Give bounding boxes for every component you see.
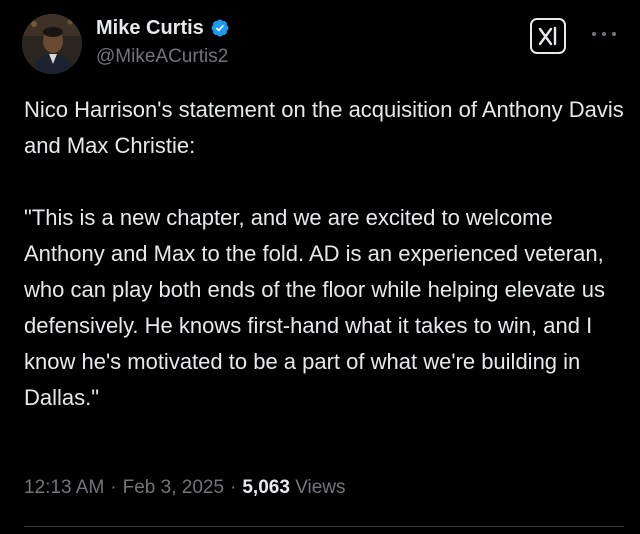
tweet-text: Nico Harrison's statement on the acquisi… xyxy=(24,92,624,416)
verified-badge-icon xyxy=(210,18,230,38)
more-dot xyxy=(612,32,616,36)
author-info: Mike Curtis @MikeACurtis2 xyxy=(96,14,230,68)
name-row: Mike Curtis xyxy=(96,14,230,42)
tweet-time[interactable]: 12:13 AM xyxy=(24,477,104,498)
tweet-metadata: 12:13 AM · Feb 3, 2025 · 5,063 Views xyxy=(24,477,346,499)
separator-dot: · xyxy=(110,477,117,498)
tweet-paragraph-quote: "This is a new chapter, and we are excit… xyxy=(24,205,612,410)
more-options-icon[interactable] xyxy=(592,24,616,44)
avatar-image xyxy=(22,14,82,74)
avatar[interactable] xyxy=(22,14,82,74)
more-dot xyxy=(602,32,606,36)
separator-dot: · xyxy=(230,477,237,498)
more-dot xyxy=(592,32,596,36)
views-count[interactable]: 5,063 xyxy=(242,477,290,498)
tweet-date[interactable]: Feb 3, 2025 xyxy=(123,477,224,498)
handle[interactable]: @MikeACurtis2 xyxy=(96,46,230,68)
views-label: Views xyxy=(295,477,346,498)
display-name[interactable]: Mike Curtis xyxy=(96,17,204,40)
grok-button[interactable] xyxy=(530,18,566,54)
divider xyxy=(24,526,624,527)
grok-icon xyxy=(538,26,557,46)
tweet-paragraph-intro: Nico Harrison's statement on the acquisi… xyxy=(24,97,630,158)
tweet-card: Mike Curtis @MikeACurtis2 Nico Harrison'… xyxy=(0,0,640,534)
